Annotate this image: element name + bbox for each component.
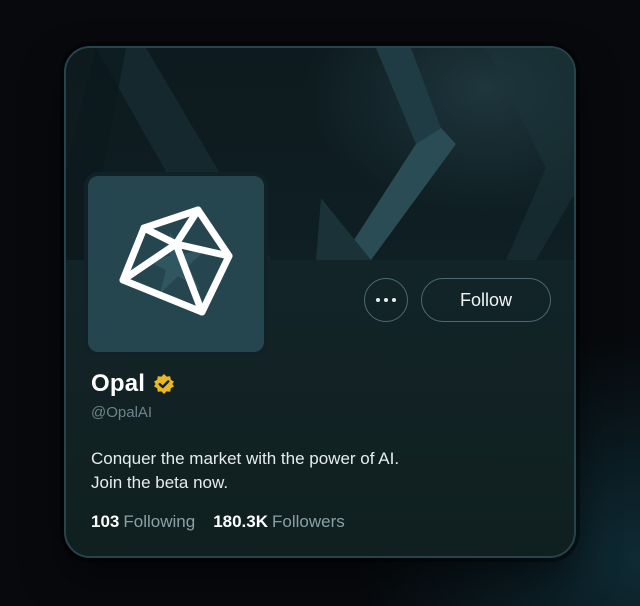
bio-line: Join the beta now. [91, 473, 229, 492]
profile-stats: 103 Following 180.3K Followers [91, 512, 345, 532]
more-horizontal-icon-dot [376, 298, 380, 302]
profile-handle: @OpalAI [91, 404, 153, 421]
follow-button[interactable]: Follow [421, 278, 551, 322]
profile-card: Follow Opal @OpalAI Conquer the market w… [64, 46, 576, 558]
verified-badge-icon [153, 373, 175, 395]
more-horizontal-icon-dot [392, 298, 396, 302]
followers-stat[interactable]: 180.3K Followers [213, 512, 345, 532]
bio-line: Conquer the market with the power of AI. [91, 449, 400, 468]
following-stat[interactable]: 103 Following [91, 512, 195, 532]
followers-count: 180.3K [213, 512, 269, 531]
following-label: Following [123, 512, 196, 531]
profile-name: Opal [91, 370, 146, 397]
followers-label: Followers [272, 512, 345, 531]
more-options-button[interactable] [364, 278, 408, 322]
opal-gem-logo-icon [119, 206, 233, 316]
following-count: 103 [91, 512, 120, 531]
more-horizontal-icon-dot [384, 298, 388, 302]
profile-name-row: Opal [91, 370, 175, 398]
profile-bio: Conquer the market with the power of AI.… [91, 447, 399, 495]
avatar[interactable] [88, 176, 264, 352]
